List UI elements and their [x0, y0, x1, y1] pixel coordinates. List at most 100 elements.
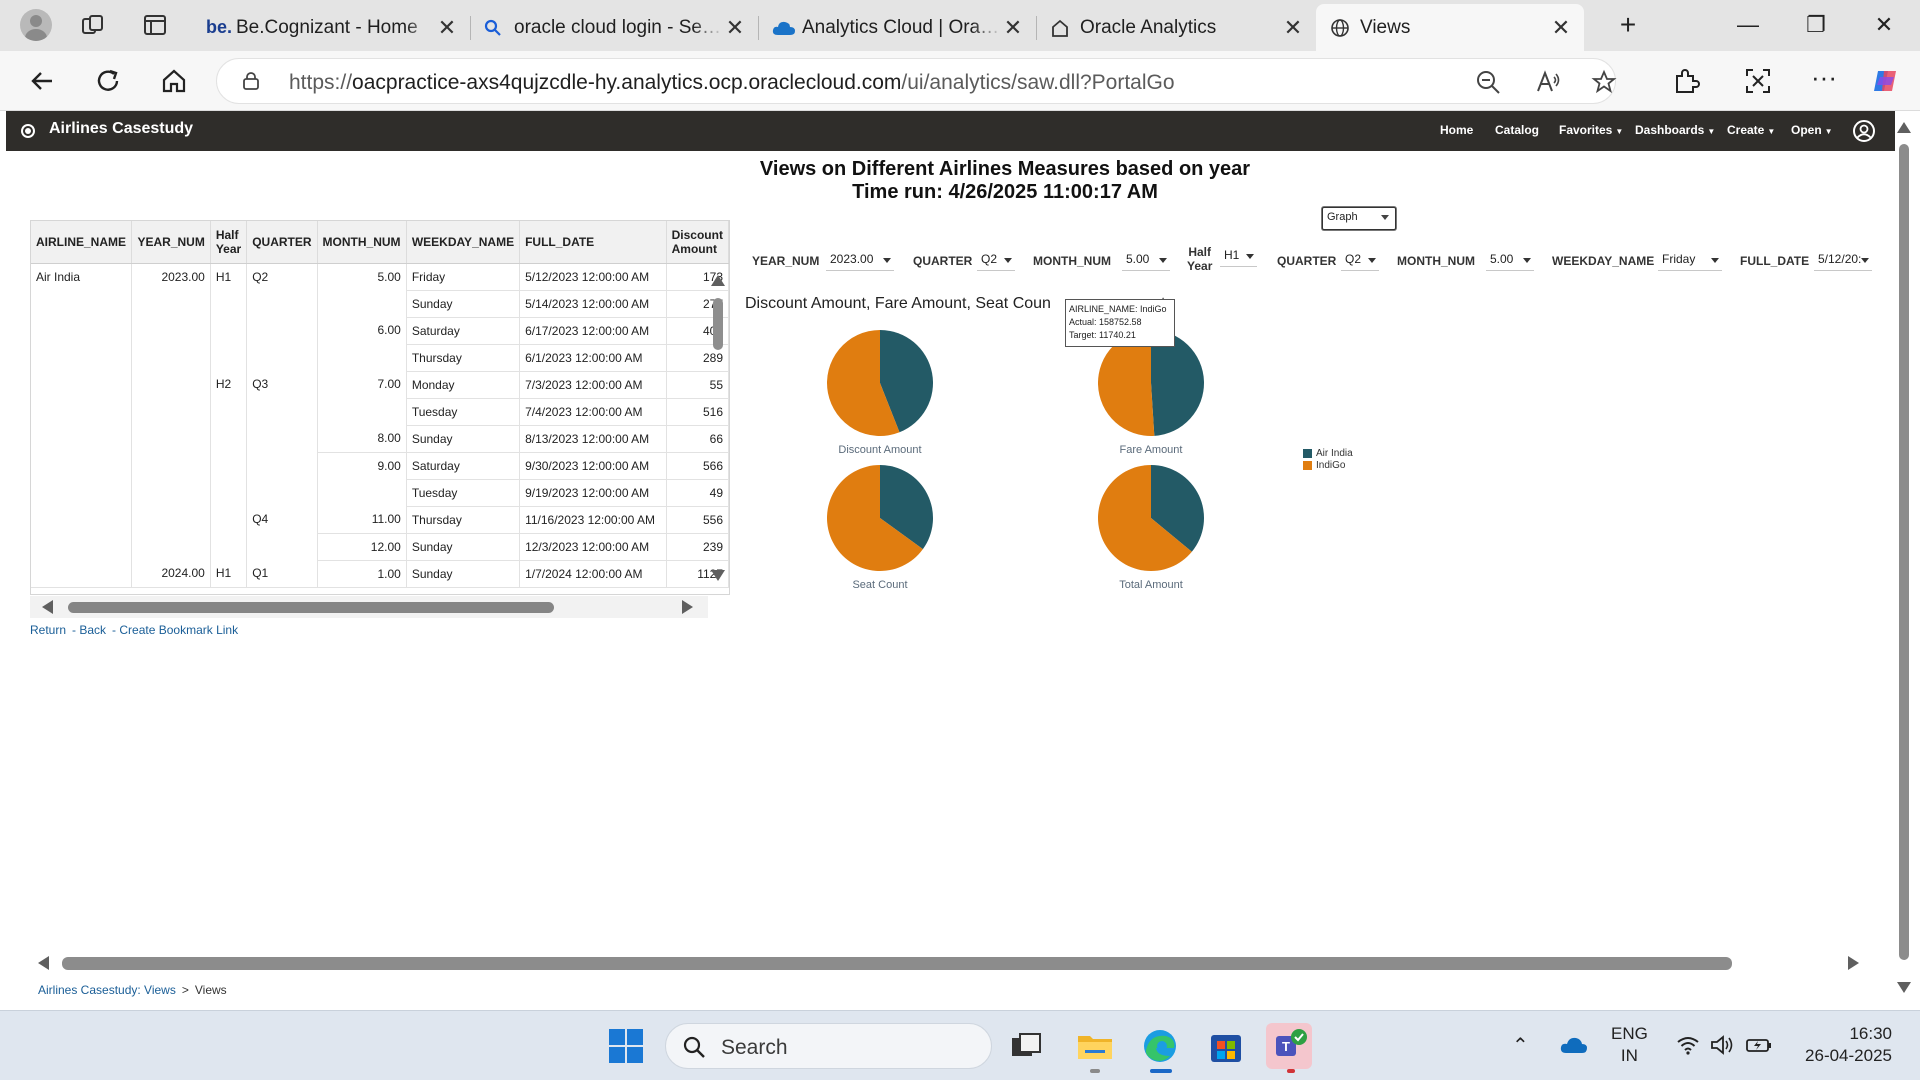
column-header-weekday-name[interactable]: WEEKDAY_NAME — [406, 221, 521, 264]
quarter-dropdown[interactable]: Q2 — [977, 249, 1015, 271]
volume-icon[interactable] — [1710, 1035, 1734, 1055]
column-header-quarter[interactable]: QUARTER — [246, 221, 318, 264]
table-vertical-scrollbar[interactable] — [708, 272, 728, 584]
back-link[interactable]: - Back — [72, 623, 106, 637]
url-text[interactable]: https://oacpractice-axs4qujzcdle-hy.anal… — [289, 71, 1175, 95]
read-aloud-icon[interactable] — [1535, 69, 1561, 95]
refresh-icon[interactable] — [92, 65, 124, 97]
scroll-right-icon[interactable] — [682, 600, 693, 614]
zoom-out-icon[interactable] — [1475, 69, 1501, 95]
teams-app-tile[interactable]: T — [1266, 1023, 1312, 1069]
language-indicator[interactable]: ENG IN — [1611, 1023, 1648, 1067]
battery-icon[interactable] — [1746, 1035, 1772, 1055]
lock-icon[interactable] — [243, 72, 259, 90]
task-view-icon[interactable] — [1006, 1026, 1046, 1066]
column-header-full-date[interactable]: FULL_DATE — [519, 221, 667, 264]
legend-item-indigo[interactable]: IndiGo — [1303, 459, 1353, 471]
browser-tab-views[interactable]: Views ✕ — [1316, 4, 1584, 51]
nav-favorites[interactable]: Favorites ▼ — [1559, 123, 1623, 137]
scroll-down-icon[interactable] — [1897, 982, 1911, 993]
page-horizontal-scrollbar[interactable] — [30, 953, 1868, 973]
screenshot-icon[interactable] — [1744, 67, 1772, 95]
copilot-icon[interactable] — [1872, 67, 1900, 95]
nav-dashboards[interactable]: Dashboards ▼ — [1635, 123, 1715, 137]
scroll-up-icon[interactable] — [711, 275, 725, 286]
year-num-dropdown[interactable]: 2023.00 — [826, 249, 894, 271]
tab-actions-icon[interactable] — [142, 12, 168, 38]
column-header-month-num[interactable]: MONTH_NUM — [317, 221, 407, 264]
view-selector-dropdown[interactable]: Graph — [1322, 207, 1396, 230]
weekday-name-dropdown[interactable]: Friday — [1658, 249, 1722, 271]
pie-slice-discount-amount-indigo[interactable] — [827, 330, 900, 437]
half-year-dropdown[interactable]: H1 — [1220, 245, 1257, 267]
cell-full-date: 9/30/2023 12:00:00 AM — [519, 452, 667, 480]
column-header-discount-amount[interactable]: Discount Amount — [666, 221, 729, 264]
close-window-icon[interactable]: ✕ — [1864, 8, 1904, 42]
workspaces-icon[interactable] — [80, 12, 106, 38]
pie-slice-total-amount-air-india[interactable] — [1151, 465, 1204, 552]
close-tab-icon[interactable]: ✕ — [1002, 15, 1024, 41]
column-header-half-year[interactable]: Half Year — [210, 221, 248, 264]
more-options-icon[interactable]: ··· — [1810, 64, 1838, 95]
home-icon[interactable] — [158, 65, 190, 97]
return-link[interactable]: Return — [30, 623, 66, 637]
restore-window-icon[interactable]: ❐ — [1796, 8, 1836, 42]
browser-tab-search[interactable]: oracle cloud login - Search ✕ — [470, 4, 759, 51]
close-tab-icon[interactable]: ✕ — [1550, 15, 1572, 41]
create-bookmark-link[interactable]: - Create Bookmark Link — [112, 623, 238, 637]
table-horizontal-scrollbar[interactable] — [30, 596, 708, 618]
user-profile-icon[interactable] — [1852, 119, 1876, 143]
full-date-input[interactable]: 5/12/20: — [1814, 249, 1872, 271]
month-num-dropdown-2[interactable]: 5.00 — [1486, 249, 1534, 271]
nav-catalog[interactable]: Catalog — [1495, 123, 1539, 137]
minimize-window-icon[interactable]: — — [1728, 8, 1768, 42]
onedrive-icon[interactable] — [1560, 1035, 1588, 1055]
extensions-icon[interactable] — [1672, 67, 1700, 95]
legend-item-air-india[interactable]: Air India — [1303, 447, 1353, 459]
browser-tab-oracle-analytics[interactable]: Oracle Analytics ✕ — [1036, 4, 1317, 51]
oracle-analytics-logo-icon[interactable] — [21, 124, 35, 138]
scroll-up-icon[interactable] — [1897, 122, 1911, 133]
scrollbar-thumb[interactable] — [713, 298, 723, 350]
microsoft-store-icon[interactable] — [1206, 1026, 1246, 1066]
close-tab-icon[interactable]: ✕ — [724, 15, 746, 41]
windows-start-icon[interactable] — [606, 1026, 646, 1066]
pie-slice-seat-count-air-india[interactable] — [880, 465, 933, 550]
breadcrumb-link[interactable]: Airlines Casestudy: Views — [38, 983, 176, 997]
month-num-dropdown[interactable]: 5.00 — [1122, 249, 1170, 271]
close-tab-icon[interactable]: ✕ — [1282, 15, 1304, 41]
taskbar-search-box[interactable]: Search — [665, 1023, 992, 1069]
nav-create[interactable]: Create ▼ — [1727, 123, 1775, 137]
favorite-star-icon[interactable] — [1591, 69, 1617, 95]
scroll-left-icon[interactable] — [38, 956, 49, 970]
column-header-airline-name[interactable]: AIRLINE_NAME — [31, 221, 133, 264]
wifi-icon[interactable] — [1676, 1035, 1700, 1055]
pie-slice-total-amount-indigo[interactable] — [1097, 465, 1192, 571]
cell-weekday-name: Saturday — [406, 452, 521, 480]
scrollbar-thumb[interactable] — [62, 957, 1732, 970]
browser-tab-analytics-cloud[interactable]: Analytics Cloud | Oracle ✕ — [758, 4, 1037, 51]
profile-avatar-icon[interactable] — [20, 9, 52, 41]
quarter-dropdown-2[interactable]: Q2 — [1341, 249, 1379, 271]
close-tab-icon[interactable]: ✕ — [436, 15, 458, 41]
pie-slice-seat-count-indigo[interactable] — [826, 465, 923, 571]
tooltip-line: AIRLINE_NAME: IndiGo — [1069, 304, 1167, 314]
nav-open[interactable]: Open ▼ — [1791, 123, 1833, 137]
scrollbar-thumb[interactable] — [1899, 144, 1909, 960]
new-tab-icon[interactable]: + — [1608, 8, 1648, 42]
page-vertical-scrollbar[interactable] — [1895, 120, 1913, 998]
file-explorer-icon[interactable] — [1075, 1026, 1115, 1066]
show-hidden-icons-icon[interactable]: ⌃ — [1512, 1033, 1529, 1058]
column-header-year-num[interactable]: YEAR_NUM — [131, 221, 211, 264]
nav-home[interactable]: Home — [1440, 123, 1473, 137]
pie-slice-discount-amount-air-india[interactable] — [880, 330, 934, 433]
scroll-right-icon[interactable] — [1848, 956, 1859, 970]
scroll-down-icon[interactable] — [711, 570, 725, 581]
edge-browser-icon[interactable] — [1140, 1026, 1180, 1066]
clock[interactable]: 16:30 26-04-2025 — [1792, 1023, 1892, 1067]
back-icon[interactable] — [26, 65, 58, 97]
scrollbar-thumb[interactable] — [68, 602, 554, 613]
address-bar[interactable]: https://oacpractice-axs4qujzcdle-hy.anal… — [216, 58, 1617, 104]
browser-tab-becognizant[interactable]: be. Be.Cognizant - Home ✕ — [192, 4, 471, 51]
scroll-left-icon[interactable] — [42, 600, 53, 614]
